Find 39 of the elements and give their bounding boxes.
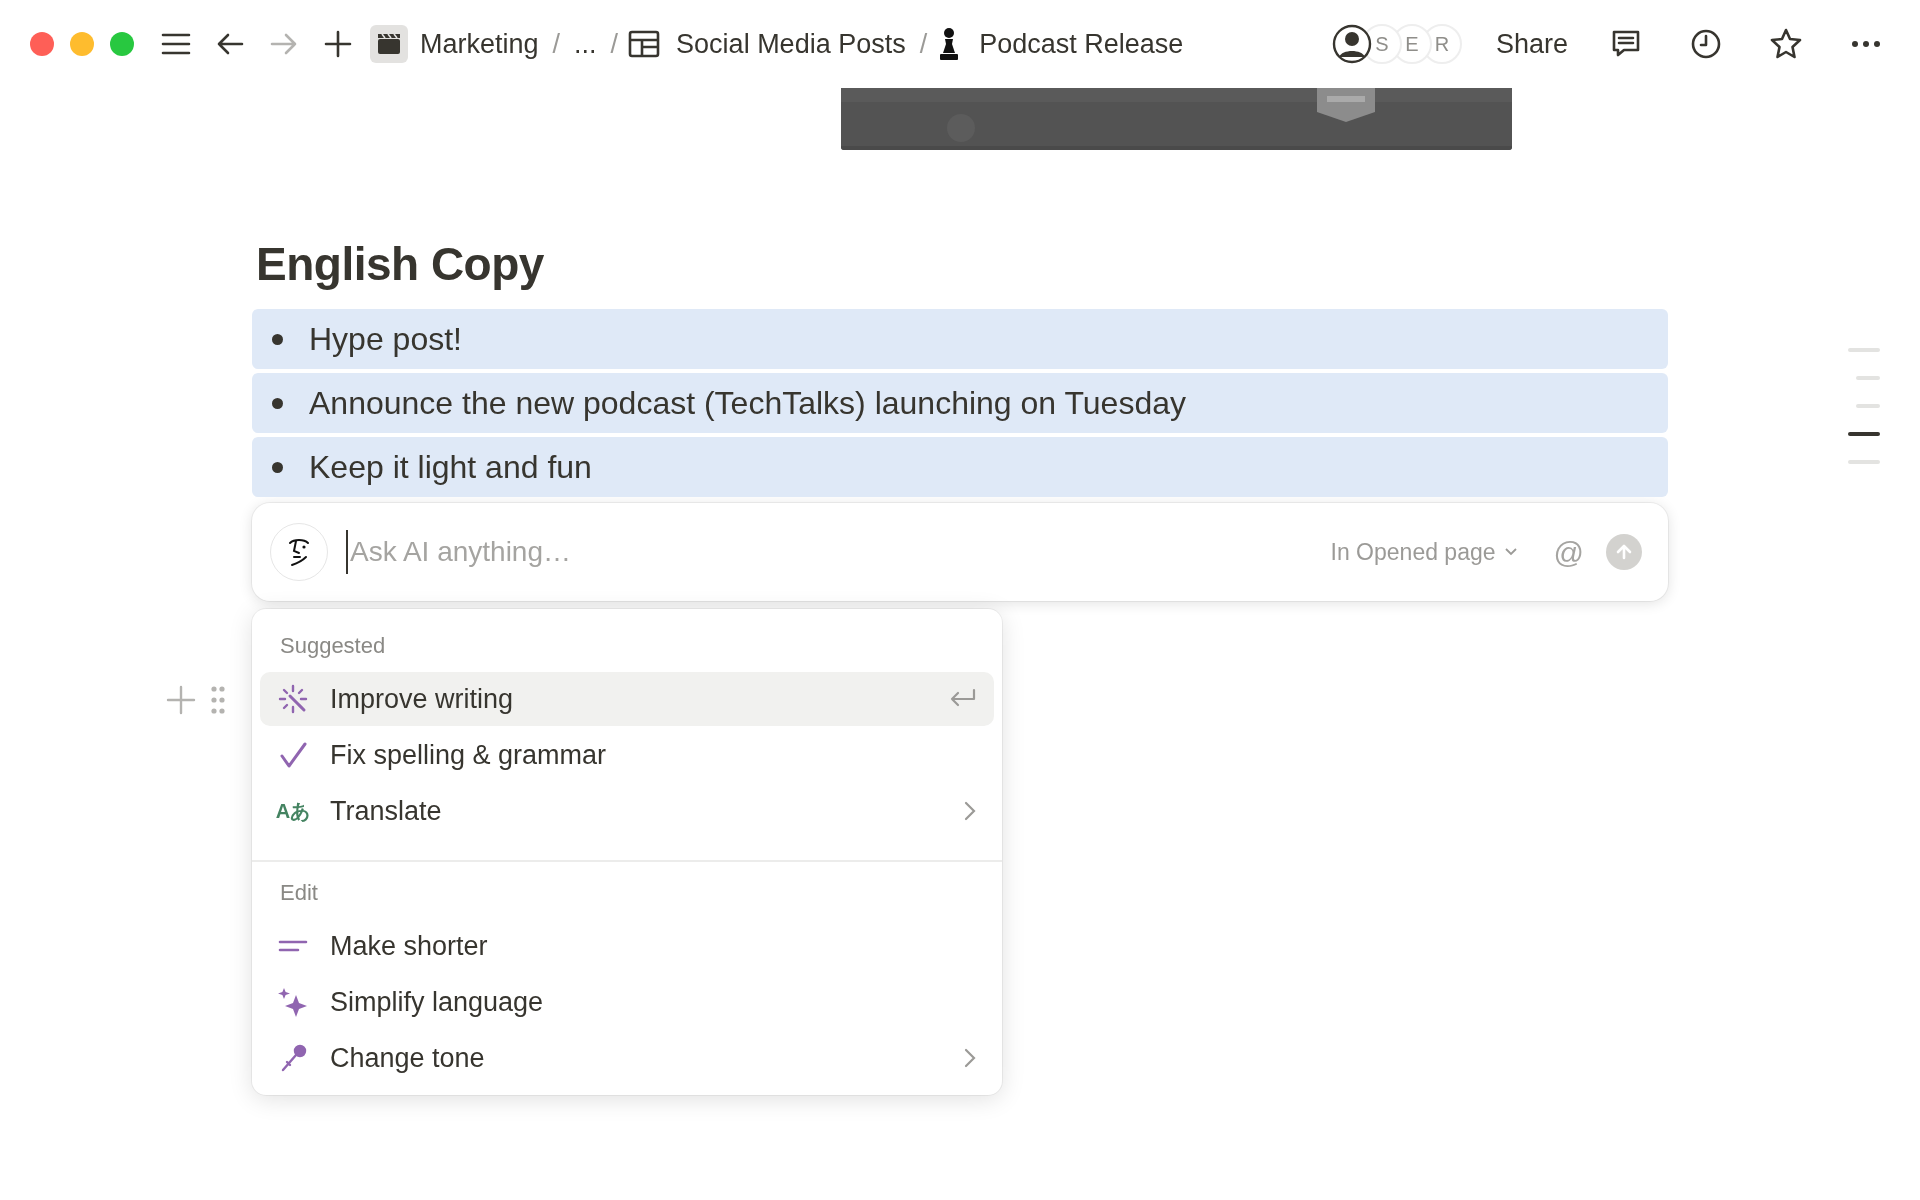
drag-handle-icon (210, 685, 226, 715)
menu-item[interactable]: Improve writing (260, 672, 994, 726)
breadcrumb-link[interactable]: Marketing (416, 23, 543, 65)
section-heading: English Copy (256, 237, 545, 292)
close-button[interactable] (30, 32, 54, 56)
arrow-up-icon (1615, 543, 1633, 561)
chevron-down-icon (1503, 547, 1518, 557)
more-icon (1851, 40, 1881, 48)
breadcrumb-separator: / (610, 27, 619, 61)
bullet-item: Announce the new podcast (TechTalks) launching on Tuesday (252, 373, 1668, 433)
magic-wand-icon (278, 684, 308, 714)
breadcrumb-separator: / (919, 27, 928, 61)
avatar-icon (1331, 24, 1372, 64)
new-page-icon (323, 29, 353, 59)
zoom-button[interactable] (110, 32, 134, 56)
history-icon (1689, 27, 1723, 61)
bullet-item: Keep it light and fun (252, 437, 1668, 497)
menu-item[interactable]: Aあ Translate (260, 784, 994, 838)
favorite-icon (1769, 27, 1803, 61)
menu-item[interactable]: Fix spelling & grammar (260, 728, 994, 782)
menu-item[interactable]: Make shorter (260, 919, 994, 973)
clapperboard-icon (370, 25, 408, 63)
translate-glyph: Aあ (275, 799, 311, 824)
table-icon (628, 30, 661, 58)
section-label: Edit (280, 879, 319, 907)
add-block-icon (166, 685, 196, 715)
bullet-item: Hype post! (252, 309, 1668, 369)
share-button[interactable]: Share (1489, 22, 1574, 66)
breadcrumb-link[interactable]: Social Media Posts (672, 23, 910, 65)
breadcrumb-link[interactable]: Podcast Release (975, 23, 1188, 65)
checkmark-icon (278, 740, 308, 770)
minimize-button[interactable] (70, 32, 94, 56)
breadcrumb-separator: / (552, 27, 561, 61)
breadcrumb-link[interactable]: ... (570, 23, 601, 65)
outline-marker[interactable] (1848, 432, 1880, 436)
menu-item[interactable]: Change tone (260, 1031, 994, 1085)
menu-item[interactable]: Simplify language (260, 975, 994, 1029)
section-label: Suggested (280, 632, 387, 660)
sparkles-icon (278, 987, 308, 1017)
